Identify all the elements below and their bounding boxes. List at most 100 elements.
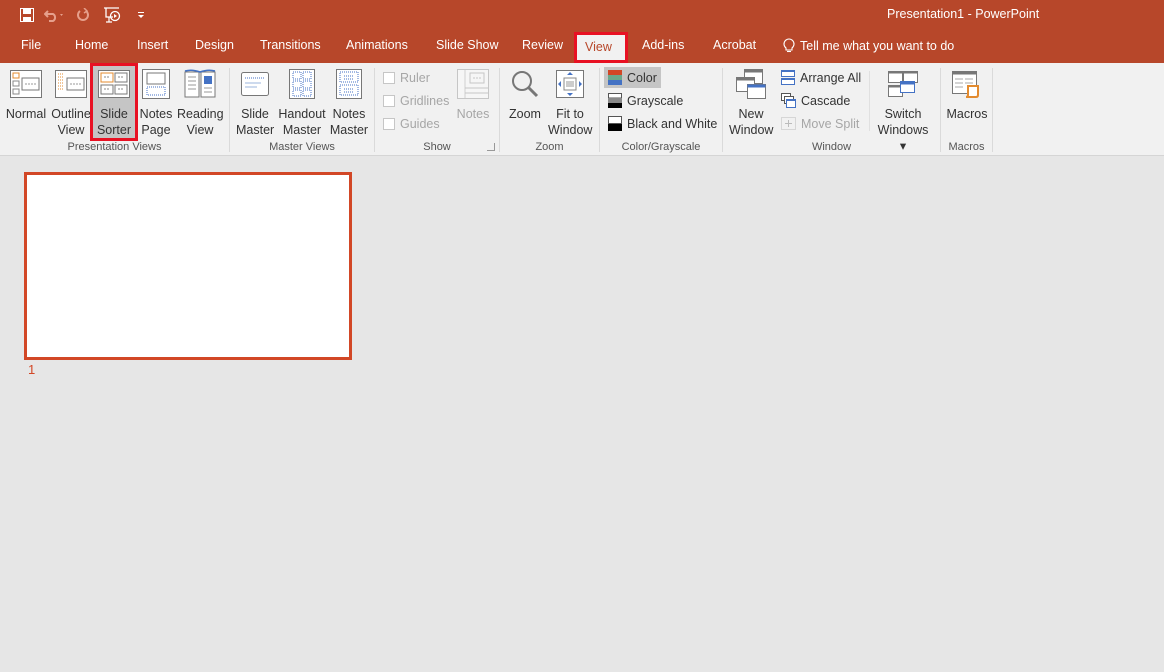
start-from-beginning-button[interactable] [96, 4, 128, 26]
outline-view-icon [55, 70, 87, 98]
tab-view[interactable]: View [574, 32, 628, 63]
color-icon [608, 70, 622, 85]
new-window-button[interactable]: New Window [729, 66, 773, 138]
window-inner-separator [869, 71, 870, 131]
cascade-icon [781, 93, 796, 108]
cascade-button[interactable]: Cascade [777, 90, 854, 111]
handout-master-button[interactable]: Handout Master [276, 66, 328, 138]
fit-to-window-icon [556, 70, 584, 98]
title-bar: Presentation1 - PowerPoint [0, 0, 1164, 30]
tab-add-ins[interactable]: Add-ins [642, 38, 684, 52]
start-from-beginning-icon [104, 7, 121, 23]
macros-button[interactable]: Macros [945, 66, 989, 138]
tab-file[interactable]: File [21, 38, 41, 52]
slide-sorter-label-2: Sorter [96, 123, 132, 137]
arrange-all-button[interactable]: Arrange All [777, 67, 865, 88]
magnifier-icon [512, 71, 539, 98]
notes-label: Notes [456, 107, 490, 121]
zoom-button[interactable]: Zoom [506, 66, 544, 138]
tab-slide-show[interactable]: Slide Show [436, 38, 499, 52]
slide-master-button[interactable]: Slide Master [236, 66, 274, 138]
outline-view-label-1: Outline [51, 107, 91, 121]
redo-button[interactable] [70, 4, 96, 26]
slide-number: 1 [28, 362, 36, 377]
notes-pane-icon [457, 69, 489, 99]
handout-master-label-1: Handout [278, 107, 326, 121]
tab-animations[interactable]: Animations [346, 38, 408, 52]
cascade-label: Cascade [801, 93, 851, 108]
black-and-white-label: Black and White [627, 116, 718, 131]
ruler-checkbox[interactable]: Ruler [379, 67, 434, 88]
tab-insert[interactable]: Insert [137, 38, 168, 52]
gridlines-check-box[interactable] [383, 94, 395, 107]
normal-view-label: Normal [5, 107, 47, 121]
macros-icon [952, 71, 979, 98]
new-window-label-2: Window [729, 123, 774, 137]
group-window: New Window Arrange All Cascade Move Spli… [723, 63, 940, 156]
outline-view-button[interactable]: Outline View [50, 66, 92, 138]
grayscale-icon [608, 93, 622, 108]
customize-qat-button[interactable] [128, 4, 154, 26]
outline-view-label-2: View [57, 123, 85, 137]
notes-master-button[interactable]: Notes Master [328, 66, 370, 138]
new-window-icon [736, 69, 766, 99]
slide-master-label-2: Master [236, 123, 275, 137]
color-button[interactable]: Color [604, 67, 661, 88]
show-label: Show [423, 141, 451, 153]
notes-page-button[interactable]: Notes Page [137, 66, 175, 138]
fit-to-window-button[interactable]: Fit to Window [548, 66, 592, 138]
zoom-group-label: Zoom [535, 141, 564, 153]
tell-me-search[interactable]: Tell me what you want to do [783, 38, 954, 53]
tab-review[interactable]: Review [522, 38, 563, 52]
grayscale-button[interactable]: Grayscale [604, 90, 687, 111]
guides-checkbox[interactable]: Guides [379, 113, 444, 134]
ruler-label: Ruler [400, 70, 430, 85]
ruler-check-box[interactable] [383, 71, 395, 84]
ribbon-view: Normal Outline View Slide Sorter Notes P… [0, 63, 1164, 156]
group-zoom: Zoom Fit to Window Zoom [500, 63, 599, 156]
guides-label: Guides [400, 116, 440, 131]
presentation-views-label: Presentation Views [67, 141, 162, 153]
guides-check-box[interactable] [383, 117, 395, 130]
notes-master-label-1: Notes [332, 107, 366, 121]
undo-button[interactable] [40, 4, 70, 26]
grayscale-label: Grayscale [627, 93, 684, 108]
switch-windows-button[interactable]: Switch Windows ▾ [873, 66, 933, 153]
tab-home[interactable]: Home [75, 38, 108, 52]
normal-view-button[interactable]: Normal [5, 66, 47, 138]
group-color-grayscale: Color Grayscale Black and White Color/Gr… [600, 63, 722, 156]
color-label: Color [627, 70, 657, 85]
black-and-white-button[interactable]: Black and White [604, 113, 721, 134]
slide-sorter-label-1: Slide [100, 107, 128, 121]
slide-master-icon [241, 72, 269, 96]
reading-view-button[interactable]: Reading View [177, 66, 224, 138]
ribbon-tabs: File Home Insert Design Transitions Anim… [0, 30, 1164, 63]
customize-qat-icon [138, 12, 144, 18]
save-button[interactable] [14, 4, 40, 26]
gridlines-checkbox[interactable]: Gridlines [379, 90, 453, 111]
slide-sorter-icon [98, 70, 130, 98]
notes-page-label-1: Notes [139, 107, 173, 121]
slide-sorter-button[interactable]: Slide Sorter [90, 63, 138, 141]
arrange-all-label: Arrange All [800, 70, 862, 85]
group-presentation-views: Normal Outline View Slide Sorter Notes P… [0, 63, 229, 156]
notes-page-label-2: Page [141, 123, 171, 137]
normal-view-icon [10, 70, 42, 98]
save-icon [20, 8, 34, 22]
slide-master-label-1: Slide [241, 107, 269, 121]
slide-thumbnail[interactable] [24, 172, 352, 360]
move-split-button[interactable]: Move Split [777, 113, 863, 134]
notes-button[interactable]: Notes [455, 66, 491, 138]
tab-transitions[interactable]: Transitions [260, 38, 321, 52]
color-grayscale-label: Color/Grayscale [621, 141, 701, 153]
window-title: Presentation1 - PowerPoint [887, 7, 1040, 21]
tab-acrobat[interactable]: Acrobat [713, 38, 756, 52]
show-dialog-launcher[interactable] [487, 143, 495, 151]
redo-icon [77, 8, 89, 21]
group-separator [992, 68, 993, 152]
switch-windows-label-1: Switch [884, 107, 922, 121]
tab-design[interactable]: Design [195, 38, 234, 52]
arrange-all-icon [781, 70, 795, 85]
handout-master-label-2: Master [282, 123, 322, 137]
macros-group-label: Macros [948, 141, 985, 153]
